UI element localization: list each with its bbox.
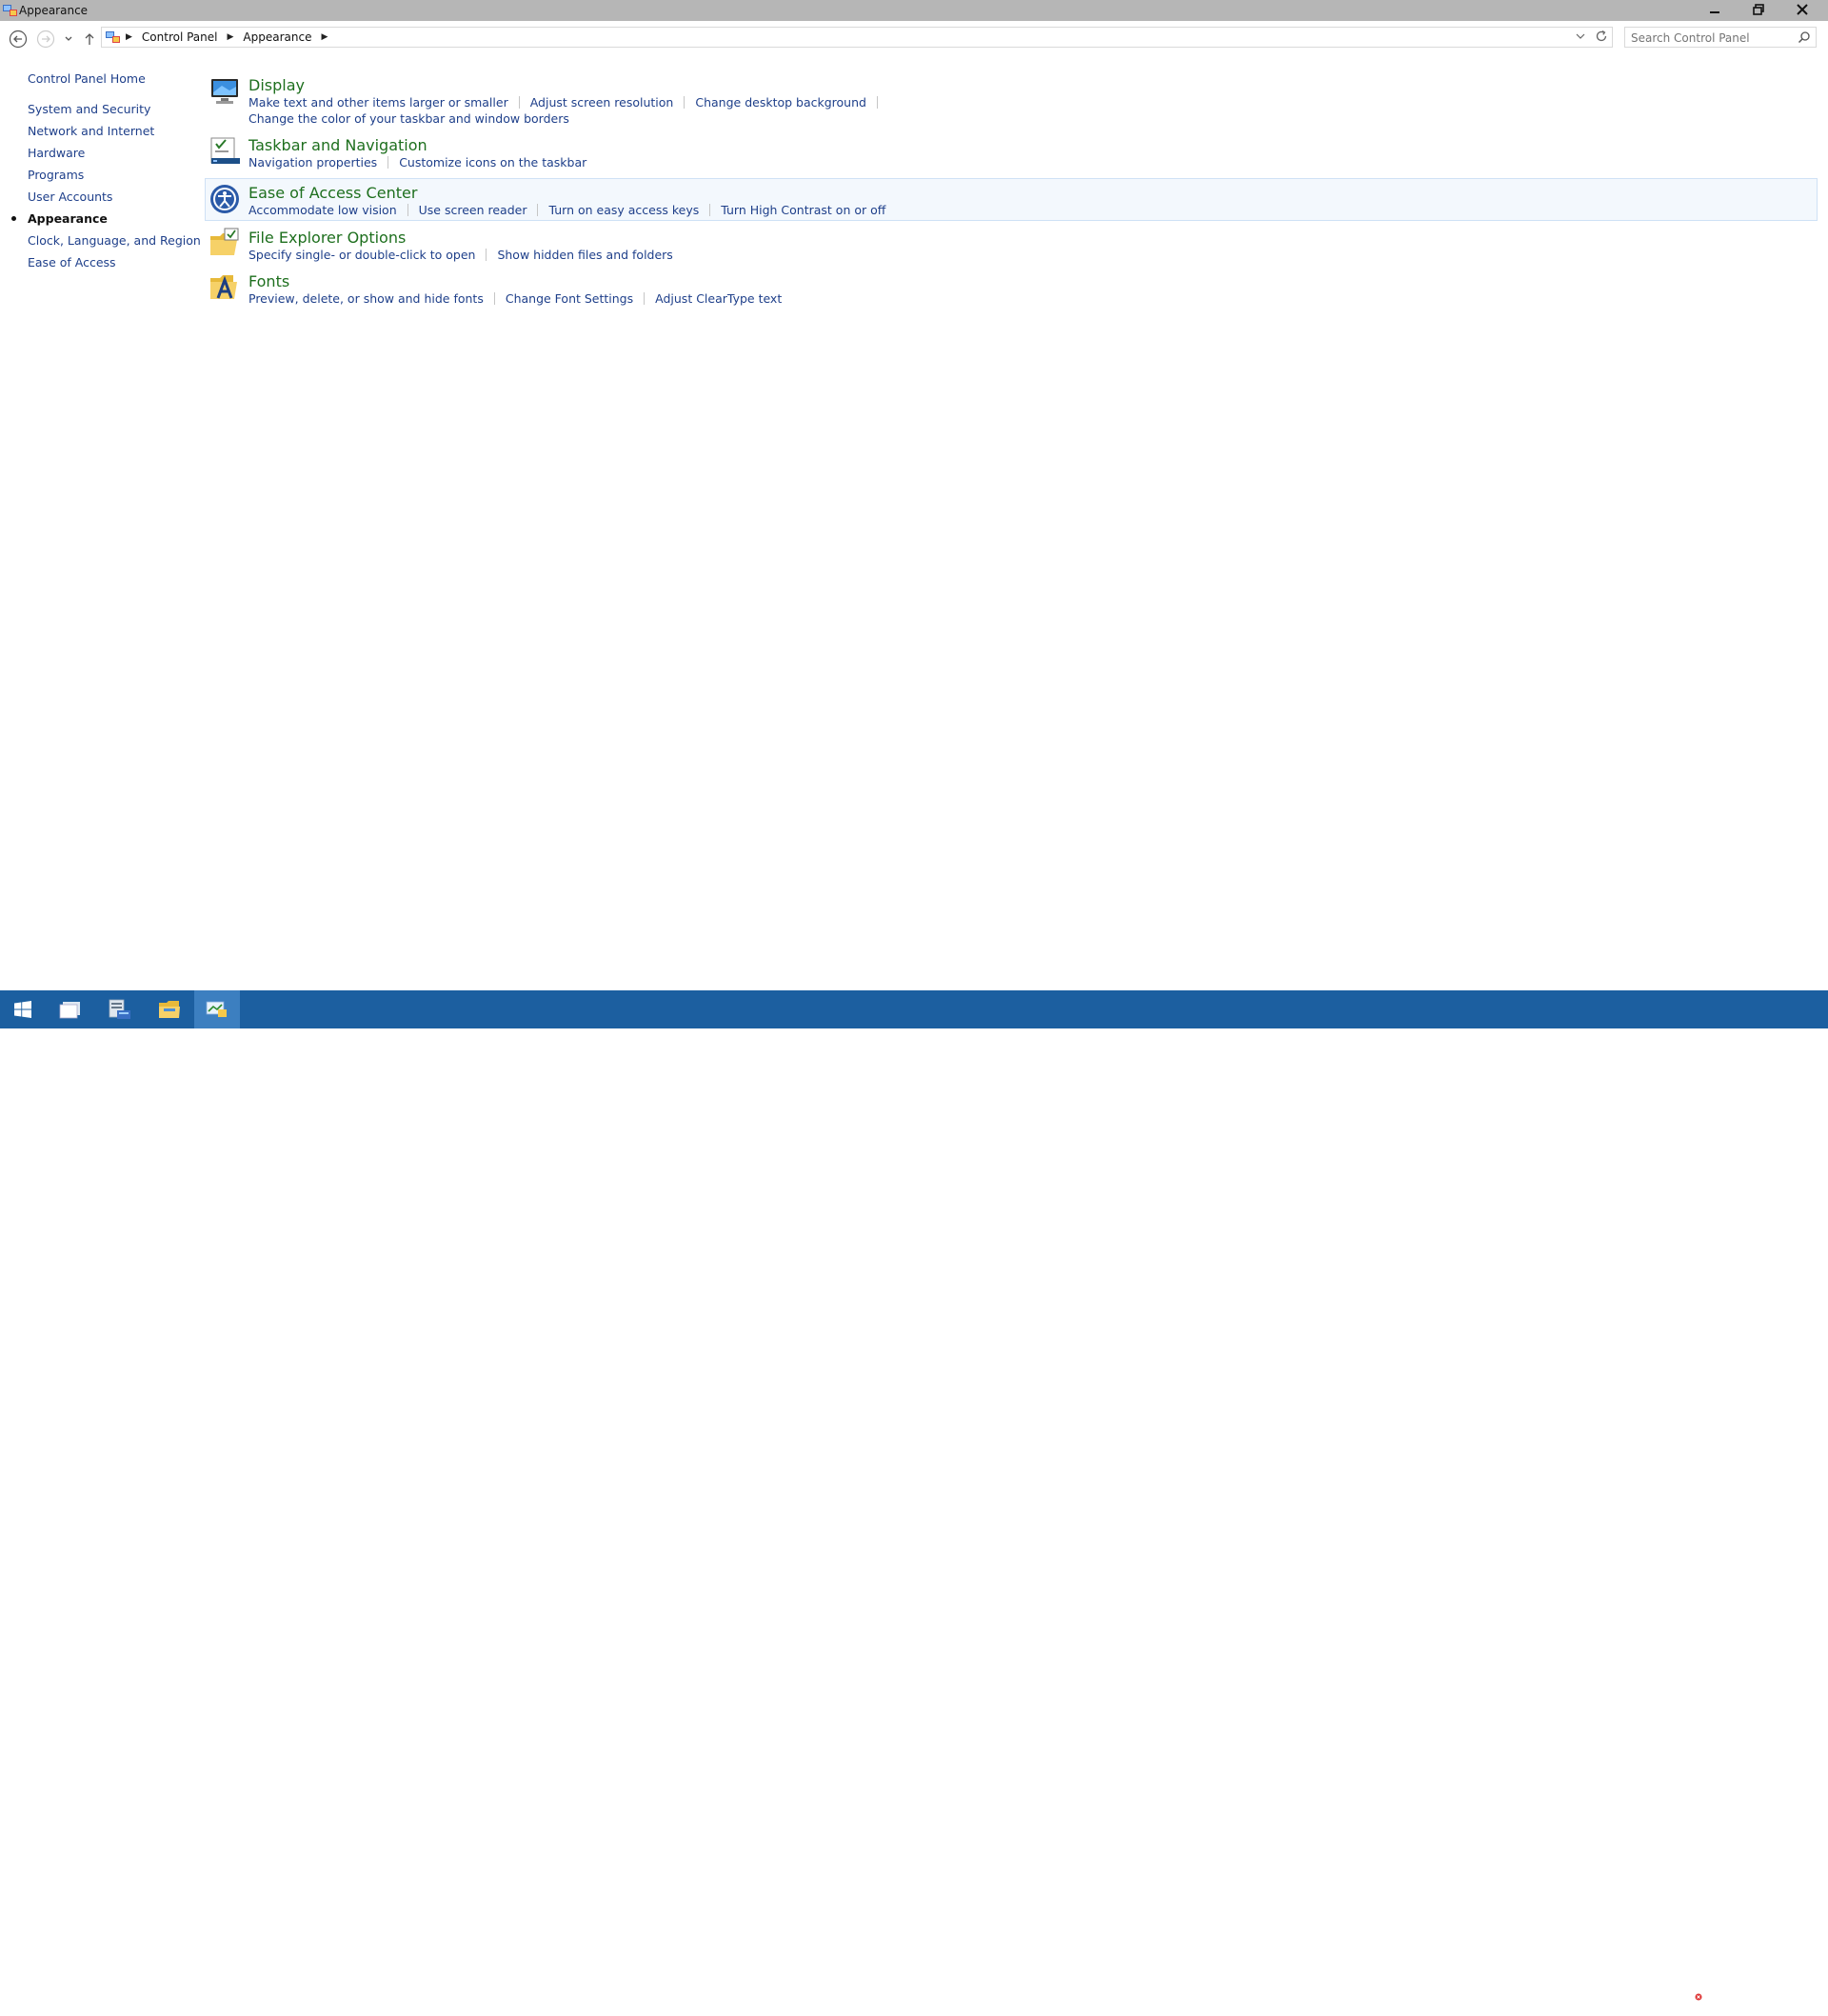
control-panel-icon (106, 31, 120, 43)
breadcrumb-appearance[interactable]: Appearance (243, 30, 311, 44)
start-button[interactable] (0, 990, 46, 1028)
restore-icon (1753, 4, 1764, 15)
control-panel-icon (206, 1001, 227, 1017)
link-make-text-larger[interactable]: Make text and other items larger or smal… (248, 95, 508, 110)
link-divider (387, 156, 389, 169)
link-accommodate-low-vision[interactable]: Accommodate low vision (248, 203, 397, 217)
windows-logo-icon (14, 1001, 31, 1018)
category-display: Display Make text and other items larger… (205, 70, 1818, 128)
search-box[interactable] (1624, 27, 1817, 48)
file-explorer-options-title[interactable]: File Explorer Options (248, 229, 406, 247)
link-divider (644, 292, 646, 305)
sidebar-item-programs[interactable]: Programs (28, 168, 84, 182)
taskbar-app-file-explorer[interactable] (147, 990, 192, 1028)
restore-button[interactable] (1737, 0, 1780, 19)
back-arrow-icon (9, 30, 28, 49)
link-divider (537, 204, 539, 216)
link-divider (407, 204, 408, 216)
display-title[interactable]: Display (248, 76, 305, 94)
link-divider (493, 292, 495, 305)
link-adjust-screen-resolution[interactable]: Adjust screen resolution (530, 95, 674, 110)
category-ease-of-access-center[interactable]: Ease of Access Center Accommodate low vi… (205, 178, 1818, 221)
taskbar-app-control-panel[interactable] (194, 990, 240, 1028)
back-button[interactable] (8, 29, 29, 50)
link-divider (486, 249, 487, 261)
ease-of-access-icon (210, 185, 239, 213)
address-bar[interactable]: ▶ Control Panel ▶ Appearance ▶ (101, 27, 1613, 48)
navigation-bar: ▶ Control Panel ▶ Appearance ▶ (0, 21, 1828, 55)
breadcrumb-separator-icon[interactable]: ▶ (321, 32, 328, 42)
link-adjust-cleartype-text[interactable]: Adjust ClearType text (655, 291, 782, 306)
search-input[interactable] (1629, 30, 1795, 47)
current-item-bullet (11, 216, 16, 221)
server-manager-icon (109, 999, 130, 1019)
book-logo-icon (1581, 1986, 1627, 2016)
recent-locations-button[interactable] (59, 29, 78, 50)
sidebar-item-hardware[interactable]: Hardware (28, 146, 85, 160)
action-center-icon[interactable] (1716, 1986, 1731, 2000)
close-button[interactable] (1780, 0, 1824, 19)
taskbar-app-server-manager[interactable] (97, 990, 143, 1028)
forward-button[interactable] (35, 29, 56, 50)
search-icon[interactable] (1798, 30, 1811, 44)
control-panel-icon (3, 5, 17, 16)
clock-time: 8:12 AM (1771, 1986, 1815, 1998)
tray-overflow-chevron-icon[interactable] (1660, 1988, 1672, 1998)
minimize-icon (1710, 11, 1719, 13)
breadcrumb-control-panel[interactable]: Control Panel (142, 30, 218, 44)
link-change-desktop-background[interactable]: Change desktop background (695, 95, 866, 110)
link-navigation-properties[interactable]: Navigation properties (248, 155, 377, 170)
link-divider (518, 96, 520, 109)
taskbar-app-task-view[interactable] (48, 990, 93, 1028)
link-turn-on-easy-access-keys[interactable]: Turn on easy access keys (548, 203, 699, 217)
link-customize-taskbar-icons[interactable]: Customize icons on the taskbar (399, 155, 586, 170)
forward-arrow-icon (36, 30, 55, 49)
breadcrumb-separator-icon[interactable]: ▶ (126, 32, 132, 42)
ease-of-access-center-title[interactable]: Ease of Access Center (248, 184, 417, 202)
minimize-button[interactable] (1693, 0, 1737, 19)
fonts-icon (210, 275, 237, 299)
sidebar-item-system-and-security[interactable]: System and Security (28, 102, 150, 116)
folder-icon (159, 1001, 180, 1018)
system-tray (1660, 1986, 1731, 2001)
category-taskbar-navigation: Taskbar and Navigation Navigation proper… (205, 130, 1818, 172)
title-bar: Appearance (0, 0, 1828, 21)
taskbar: The Collection Book 8:12 AM 3/2/2015 (0, 990, 1828, 2016)
link-change-font-settings[interactable]: Change Font Settings (506, 291, 633, 306)
control-panel-home-link[interactable]: Control Panel Home (28, 71, 146, 86)
link-change-taskbar-color[interactable]: Change the color of your taskbar and win… (248, 111, 569, 126)
display-icon (211, 79, 238, 104)
chevron-down-icon (65, 36, 72, 41)
close-icon (1797, 4, 1808, 15)
breadcrumb-separator-icon[interactable]: ▶ (228, 32, 234, 42)
up-arrow-icon (85, 33, 94, 45)
fonts-title[interactable]: Fonts (248, 272, 289, 290)
sidebar-item-ease-of-access[interactable]: Ease of Access (28, 255, 116, 269)
sidebar-item-appearance: Appearance (28, 211, 108, 226)
sidebar-item-network-and-internet[interactable]: Network and Internet (28, 124, 154, 138)
link-single-double-click[interactable]: Specify single- or double-click to open (248, 248, 475, 262)
link-divider (709, 204, 711, 216)
taskbar-navigation-title[interactable]: Taskbar and Navigation (248, 136, 427, 154)
taskbar-clock[interactable]: 8:12 AM 3/2/2015 (1763, 1985, 1822, 2013)
network-icon[interactable] (1685, 1986, 1702, 2001)
chevron-down-icon[interactable] (1576, 30, 1585, 43)
up-button[interactable] (79, 29, 100, 50)
link-divider (876, 96, 878, 109)
link-use-screen-reader[interactable]: Use screen reader (419, 203, 527, 217)
refresh-icon[interactable] (1595, 30, 1608, 43)
category-file-explorer-options: File Explorer Options Specify single- or… (205, 224, 1818, 266)
category-fonts: Fonts Preview, delete, or show and hide … (205, 268, 1818, 309)
window-stack-icon (59, 1002, 80, 1019)
taskbar-icon (210, 137, 240, 164)
link-preview-delete-fonts[interactable]: Preview, delete, or show and hide fonts (248, 291, 484, 306)
link-show-hidden-files[interactable]: Show hidden files and folders (497, 248, 672, 262)
window-title: Appearance (19, 4, 89, 17)
sidebar-item-user-accounts[interactable]: User Accounts (28, 190, 112, 204)
clock-date: 3/2/2015 (1769, 2000, 1817, 2012)
sidebar-item-clock-language-region[interactable]: Clock, Language, and Region (28, 233, 201, 248)
folder-options-icon (210, 228, 239, 255)
link-turn-high-contrast[interactable]: Turn High Contrast on or off (721, 203, 885, 217)
link-divider (684, 96, 686, 109)
